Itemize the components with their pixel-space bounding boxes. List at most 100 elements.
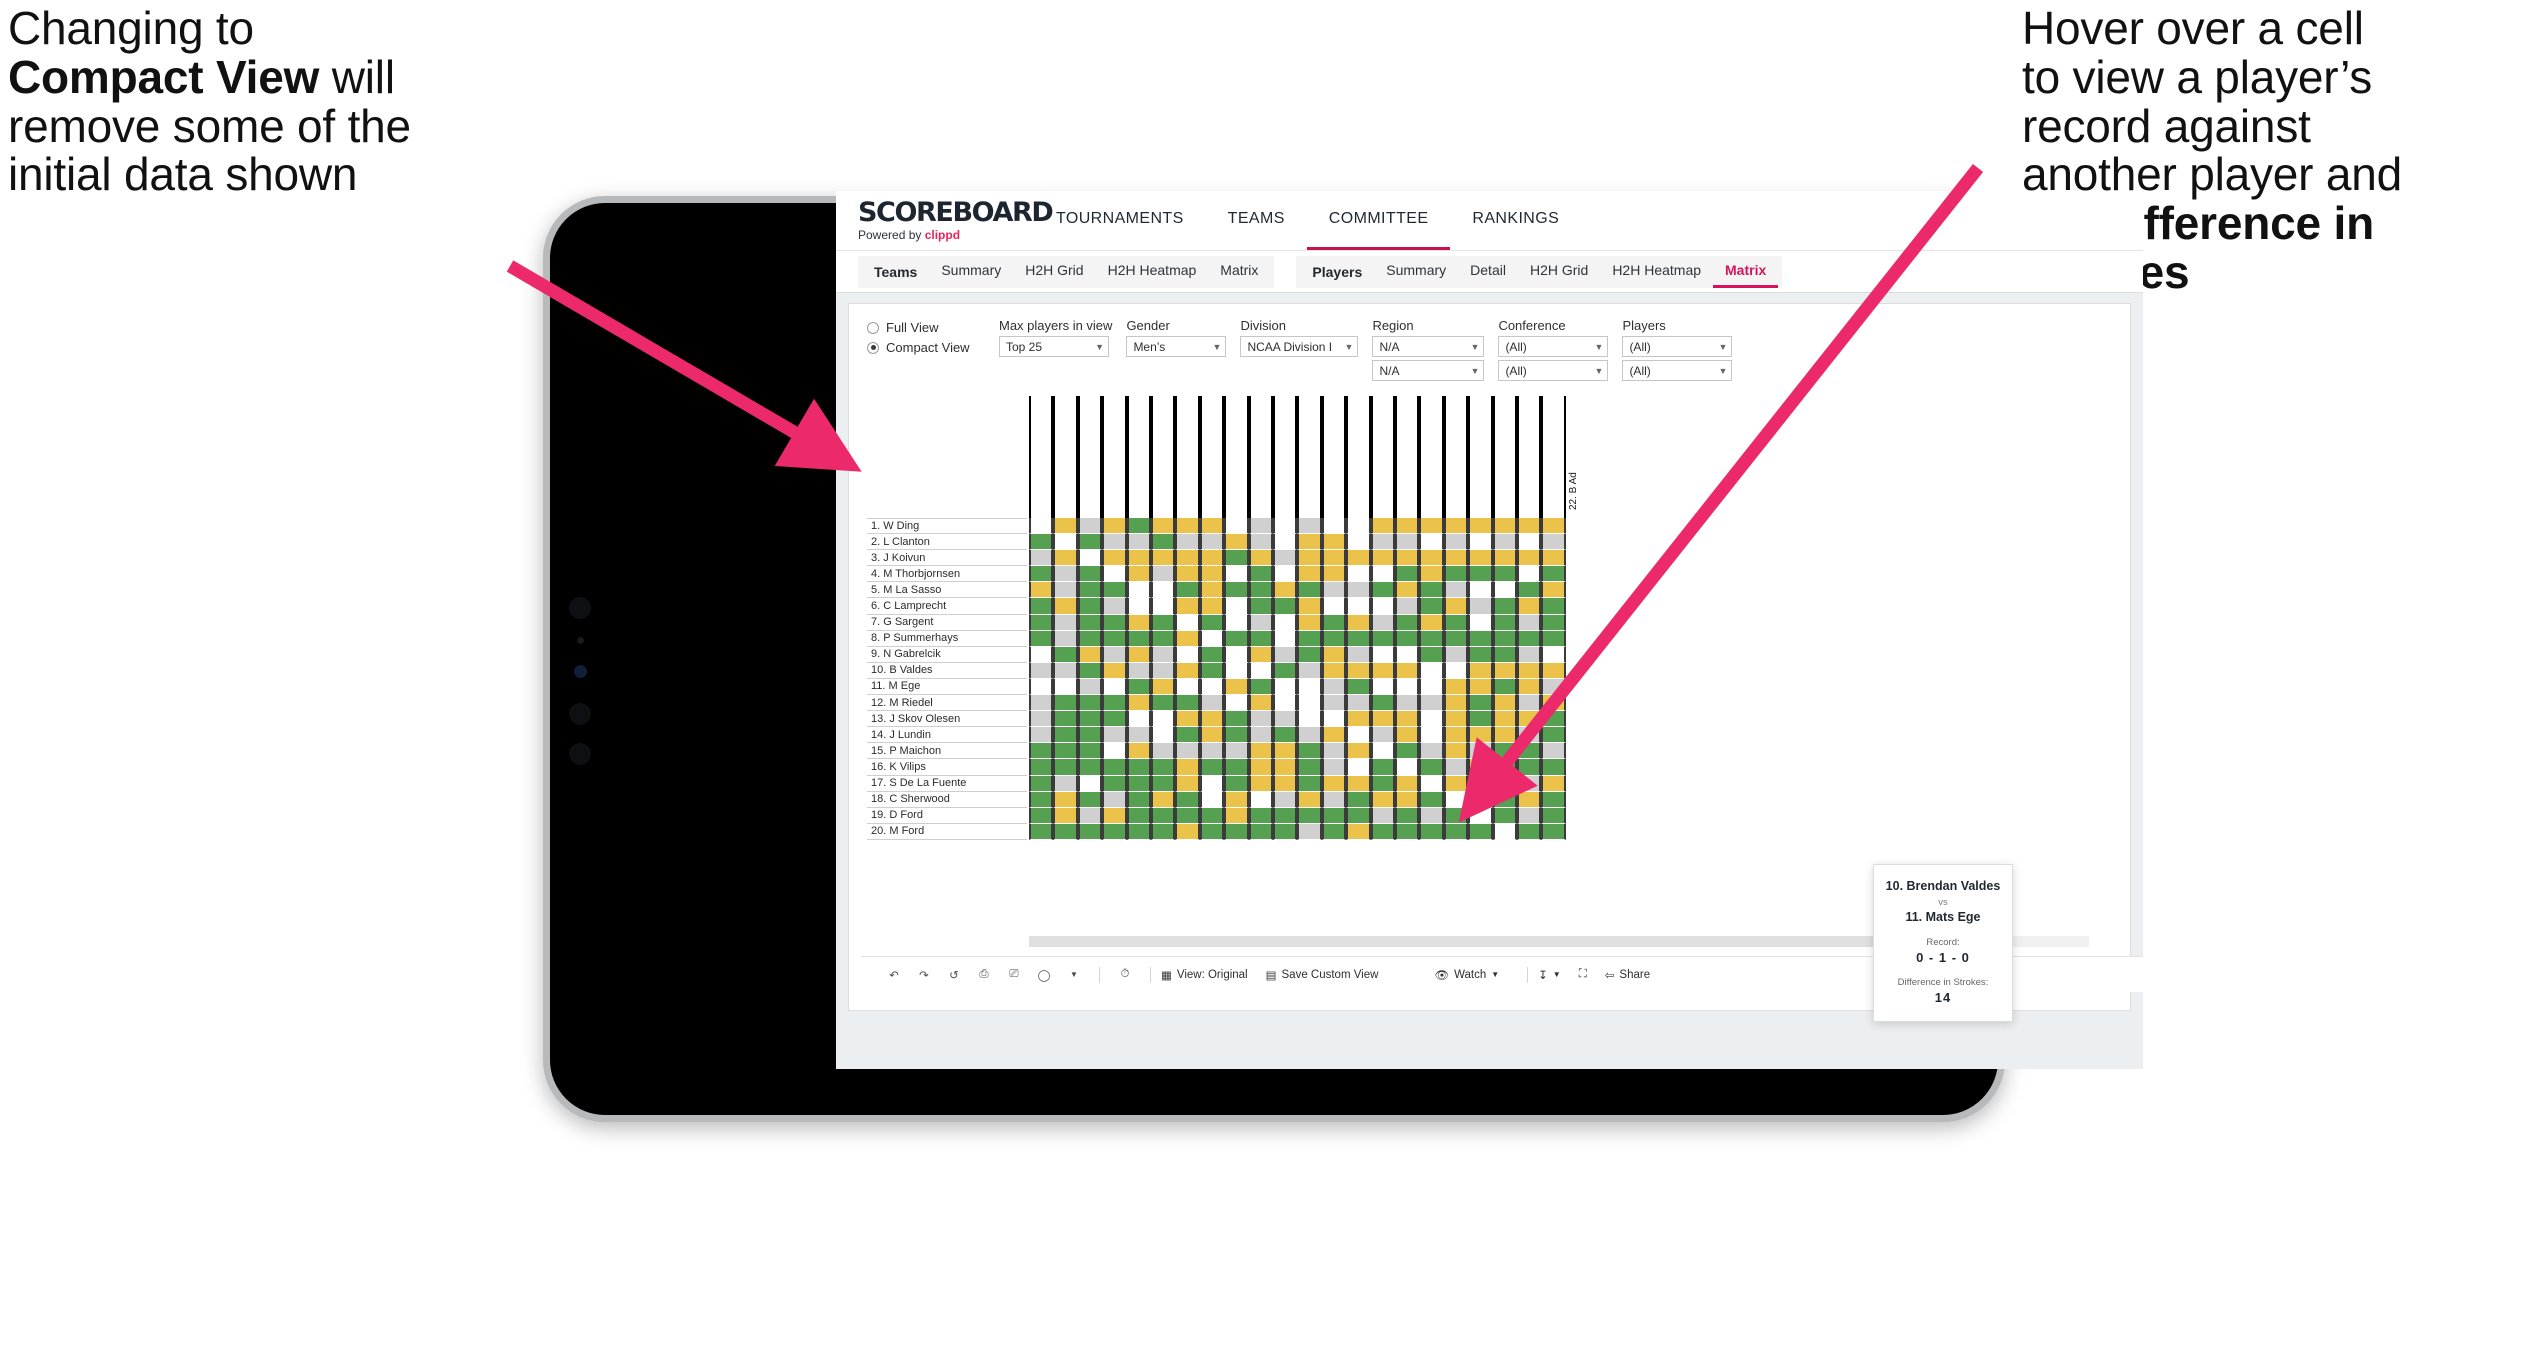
matrix-cell[interactable] <box>1468 662 1493 679</box>
matrix-cell[interactable] <box>1077 775 1103 792</box>
matrix-cell[interactable] <box>1175 566 1200 583</box>
matrix-cell[interactable] <box>1151 791 1176 808</box>
matrix-cell[interactable] <box>1541 550 1566 567</box>
matrix-cell[interactable] <box>1370 807 1395 824</box>
matrix-cell[interactable] <box>1077 518 1103 535</box>
matrix-cell[interactable] <box>1419 518 1444 535</box>
matrix-cell[interactable] <box>1492 534 1517 551</box>
matrix-cell[interactable] <box>1248 566 1273 583</box>
matrix-cell[interactable] <box>1419 759 1444 776</box>
matrix-cell[interactable] <box>1346 598 1371 615</box>
matrix-cell[interactable] <box>1395 566 1420 583</box>
matrix-cell[interactable] <box>1541 727 1566 744</box>
matrix-cell[interactable] <box>1053 727 1078 744</box>
matrix-cell[interactable] <box>1395 791 1420 808</box>
matrix-cell[interactable] <box>1248 791 1273 808</box>
app-logo[interactable]: SCOREBOARD Powered by clippd <box>858 199 1054 242</box>
matrix-cell[interactable] <box>1053 614 1078 631</box>
matrix-cell[interactable] <box>1370 518 1395 535</box>
fullscreen-button[interactable]: ⛶ <box>1579 968 1587 981</box>
matrix-cell[interactable] <box>1053 550 1078 567</box>
matrix-cell[interactable] <box>1468 791 1493 808</box>
matrix-cell[interactable] <box>1126 678 1151 696</box>
matrix-cell[interactable] <box>1443 791 1469 808</box>
matrix-cell[interactable] <box>1273 775 1298 792</box>
matrix-cell[interactable] <box>1151 775 1176 792</box>
matrix-cell[interactable] <box>1443 630 1469 647</box>
matrix-cell[interactable] <box>1297 823 1322 840</box>
matrix-cell[interactable] <box>1346 807 1371 824</box>
matrix-column-header[interactable]: 16. K Vilips <box>1395 396 1432 518</box>
matrix-cell[interactable] <box>1175 695 1200 712</box>
matrix-cell[interactable] <box>1492 614 1517 631</box>
matrix-cell[interactable] <box>1419 614 1444 631</box>
matrix-cell[interactable] <box>1248 550 1273 567</box>
matrix-cell[interactable] <box>1077 791 1103 808</box>
matrix-cell[interactable] <box>1224 550 1249 567</box>
matrix-cell[interactable] <box>1151 566 1176 583</box>
undo-icon[interactable]: ↶ <box>879 968 909 982</box>
matrix-cell[interactable] <box>1321 807 1347 824</box>
matrix-cell[interactable] <box>1297 743 1322 760</box>
matrix-cell[interactable] <box>1102 743 1127 760</box>
matrix-cell[interactable] <box>1175 550 1200 567</box>
matrix-cell[interactable] <box>1273 711 1298 728</box>
matrix-cell[interactable] <box>1468 630 1493 647</box>
matrix-cell[interactable] <box>1370 727 1395 744</box>
subnav-players-h2h-grid[interactable]: H2H Grid <box>1518 256 1600 288</box>
matrix-cell[interactable] <box>1077 807 1103 824</box>
matrix-cell[interactable] <box>1517 518 1542 535</box>
matrix-cell[interactable] <box>1395 743 1420 760</box>
matrix-cell[interactable] <box>1273 807 1298 824</box>
filter-region-select-2[interactable]: N/A ▼ <box>1372 360 1485 381</box>
share-button[interactable]: ⇦ Share <box>1605 968 1650 982</box>
matrix-cell[interactable] <box>1199 630 1225 647</box>
matrix-cell[interactable] <box>1151 598 1176 615</box>
matrix-cell[interactable] <box>1077 582 1103 599</box>
matrix-cell[interactable] <box>1297 695 1322 712</box>
matrix-cell[interactable] <box>1370 614 1395 631</box>
matrix-cell[interactable] <box>1126 598 1151 615</box>
matrix-cell[interactable] <box>1248 598 1273 615</box>
matrix-cell[interactable] <box>1077 695 1103 712</box>
matrix-cell[interactable] <box>1102 518 1127 535</box>
matrix-cell[interactable] <box>1492 695 1517 712</box>
matrix-cell[interactable] <box>1346 759 1371 776</box>
matrix-cell[interactable] <box>1517 598 1542 615</box>
matrix-cell[interactable] <box>1199 518 1225 535</box>
matrix-cell[interactable] <box>1224 614 1249 631</box>
matrix-cell[interactable] <box>1321 823 1347 840</box>
matrix-cell[interactable] <box>1419 695 1444 712</box>
matrix-cell[interactable] <box>1541 566 1566 583</box>
matrix-cell[interactable] <box>1346 678 1371 696</box>
matrix-cell[interactable] <box>1297 518 1322 535</box>
matrix-cell[interactable] <box>1468 678 1493 696</box>
matrix-cell[interactable] <box>1273 791 1298 808</box>
matrix-cell[interactable] <box>1443 550 1469 567</box>
matrix-cell[interactable] <box>1199 550 1225 567</box>
matrix-cell[interactable] <box>1199 727 1225 744</box>
nav-tab-tournaments[interactable]: TOURNAMENTS <box>1034 191 1206 250</box>
subnav-players-detail[interactable]: Detail <box>1458 256 1518 288</box>
matrix-cell[interactable] <box>1151 614 1176 631</box>
chevron-down-icon[interactable]: ▼ <box>1059 970 1089 979</box>
matrix-cell[interactable] <box>1321 727 1347 744</box>
matrix-cell[interactable] <box>1053 582 1078 599</box>
matrix-cell[interactable] <box>1029 711 1054 728</box>
matrix-cell[interactable] <box>1273 534 1298 551</box>
matrix-cell[interactable] <box>1517 807 1542 824</box>
matrix-cell[interactable] <box>1443 518 1469 535</box>
matrix-cell[interactable] <box>1151 582 1176 599</box>
matrix-cell[interactable] <box>1370 791 1395 808</box>
matrix-cell[interactable] <box>1102 598 1127 615</box>
matrix-column-header[interactable]: 20. M Ford <box>1492 396 1529 518</box>
matrix-cell[interactable] <box>1370 566 1395 583</box>
matrix-cell[interactable] <box>1443 662 1469 679</box>
subnav-players-matrix[interactable]: Matrix <box>1713 256 1779 288</box>
matrix-cell[interactable] <box>1126 727 1151 744</box>
matrix-cell[interactable] <box>1102 662 1127 679</box>
matrix-cell[interactable] <box>1151 518 1176 535</box>
matrix-cell[interactable] <box>1224 582 1249 599</box>
matrix-cell[interactable] <box>1346 534 1371 551</box>
matrix-cell[interactable] <box>1321 550 1347 567</box>
